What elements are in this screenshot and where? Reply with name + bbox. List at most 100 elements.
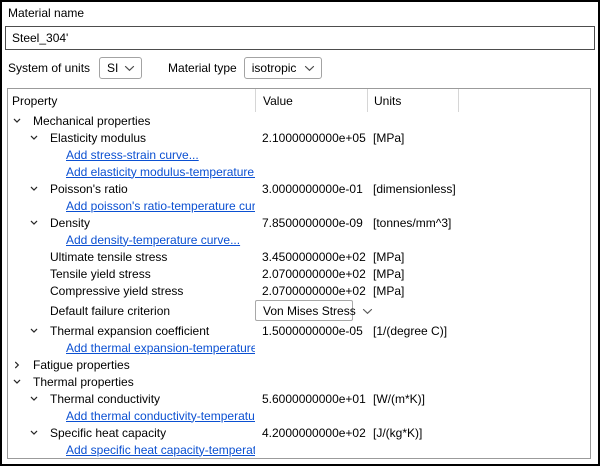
property-label: Thermal conductivity	[50, 392, 160, 406]
table-row: Compressive yield stress 2.0700000000e+0…	[8, 282, 590, 299]
value-cell[interactable]: 2.1000000000e+05	[255, 129, 367, 146]
material-type-select[interactable]: isotropic	[244, 57, 322, 79]
chevron-down-icon	[124, 61, 135, 75]
chevron-down-icon[interactable]	[28, 217, 40, 229]
table-row: Mechanical properties	[8, 112, 590, 129]
column-header-property[interactable]: Property	[8, 89, 255, 112]
table-row: Specific heat capacity 4.2000000000e+02 …	[8, 424, 590, 441]
chevron-down-icon	[362, 304, 373, 318]
table-row: Add stress-strain curve...	[8, 146, 590, 163]
property-label: Density	[50, 216, 90, 230]
value-cell	[255, 146, 367, 163]
table-row: Add thermal conductivity-temperature cur…	[8, 407, 590, 424]
value-cell[interactable]: 3.0000000000e-01	[255, 180, 367, 197]
units-cell: [MPa]	[367, 131, 458, 145]
value-cell	[255, 231, 367, 248]
chevron-down-icon[interactable]	[11, 376, 23, 388]
value-cell[interactable]: 1.5000000000e-05	[255, 322, 367, 339]
property-label: Compressive yield stress	[50, 284, 183, 298]
units-cell: [MPa]	[367, 284, 458, 298]
units-cell: [MPa]	[367, 267, 458, 281]
material-type-value: isotropic	[252, 61, 297, 75]
units-cell: [tonnes/mm^3]	[367, 216, 458, 230]
units-cell: [1/(degree C)]	[367, 324, 458, 338]
property-label: Poisson's ratio	[50, 182, 128, 196]
table-row: Add thermal expansion-temperature curve.…	[8, 339, 590, 356]
value-cell: Von Mises Stress	[255, 299, 367, 322]
spacer	[28, 251, 40, 263]
value-cell[interactable]: 2.0700000000e+02	[255, 282, 367, 299]
chevron-down-icon[interactable]	[28, 132, 40, 144]
group-label: Fatigue properties	[33, 358, 130, 372]
material-name-input[interactable]	[5, 26, 595, 50]
add-curve-link[interactable]: Add density-temperature curve...	[66, 233, 240, 247]
column-header-units[interactable]: Units	[367, 89, 458, 112]
property-label: Tensile yield stress	[50, 267, 151, 281]
table-row: Elasticity modulus 2.1000000000e+05 [MPa…	[8, 129, 590, 146]
property-label: Ultimate tensile stress	[50, 250, 167, 264]
table-row: Add poisson's ratio-temperature curve...	[8, 197, 590, 214]
add-curve-link[interactable]: Add elasticity modulus-temperature curve…	[66, 165, 255, 179]
table-row: Thermal expansion coefficient 1.50000000…	[8, 322, 590, 339]
column-header-value[interactable]: Value	[255, 89, 367, 112]
properties-table: Property Value Units Mechanical properti…	[7, 88, 591, 459]
value-cell[interactable]: 7.8500000000e-09	[255, 214, 367, 231]
system-of-units-select[interactable]: SI	[99, 57, 142, 79]
chevron-right-icon[interactable]	[11, 359, 23, 371]
column-header-empty	[458, 89, 590, 112]
table-row: Poisson's ratio 3.0000000000e-01 [dimens…	[8, 180, 590, 197]
chevron-down-icon[interactable]	[28, 325, 40, 337]
chevron-down-icon[interactable]	[28, 393, 40, 405]
value-cell[interactable]: 5.6000000000e+01	[255, 390, 367, 407]
table-row: Add density-temperature curve...	[8, 231, 590, 248]
add-curve-link[interactable]: Add thermal expansion-temperature curve.…	[66, 341, 255, 355]
table-row: Tensile yield stress 2.0700000000e+02 [M…	[8, 265, 590, 282]
property-label: Specific heat capacity	[50, 426, 166, 440]
table-row: Thermal conductivity 5.6000000000e+01 [W…	[8, 390, 590, 407]
chevron-down-icon[interactable]	[28, 183, 40, 195]
add-curve-link[interactable]: Add thermal conductivity-temperature cur…	[66, 409, 255, 423]
units-type-row: System of units SI Material type isotrop…	[8, 57, 322, 79]
material-editor-window: Material name System of units SI Materia…	[0, 0, 600, 466]
add-curve-link[interactable]: Add poisson's ratio-temperature curve...	[66, 199, 255, 213]
material-type-label: Material type	[168, 61, 237, 75]
material-name-label: Material name	[8, 6, 84, 20]
chevron-down-icon[interactable]	[11, 115, 23, 127]
failure-criterion-select[interactable]: Von Mises Stress	[255, 300, 353, 321]
value-cell	[255, 441, 367, 458]
value-cell[interactable]: 4.2000000000e+02	[255, 424, 367, 441]
value-cell	[255, 407, 367, 424]
group-label: Mechanical properties	[33, 114, 150, 128]
table-header: Property Value Units	[8, 89, 590, 112]
value-cell[interactable]: 3.4500000000e+02	[255, 248, 367, 265]
failure-criterion-value: Von Mises Stress	[263, 304, 356, 318]
value-cell	[255, 339, 367, 356]
value-cell	[255, 373, 367, 390]
chevron-down-icon[interactable]	[28, 427, 40, 439]
units-cell: [J/(kg*K)]	[367, 426, 458, 440]
value-cell	[255, 356, 367, 373]
table-row: Add elasticity modulus-temperature curve…	[8, 163, 590, 180]
table-row: Add specific heat capacity-temperature c…	[8, 441, 590, 458]
property-label: Elasticity modulus	[50, 131, 146, 145]
spacer	[28, 268, 40, 280]
value-cell	[255, 197, 367, 214]
spacer	[28, 305, 40, 317]
group-label: Thermal properties	[33, 375, 134, 389]
property-label: Default failure criterion	[50, 304, 170, 318]
system-of-units-label: System of units	[8, 61, 90, 75]
table-row: Ultimate tensile stress 3.4500000000e+02…	[8, 248, 590, 265]
table-row: Default failure criterion Von Mises Stre…	[8, 299, 590, 322]
table-row: Density 7.8500000000e-09 [tonnes/mm^3]	[8, 214, 590, 231]
table-row: Fatigue properties	[8, 356, 590, 373]
table-row: Thermal properties	[8, 373, 590, 390]
table-rows: Mechanical properties Elasticity modulus…	[8, 112, 590, 458]
value-cell	[255, 163, 367, 180]
add-curve-link[interactable]: Add specific heat capacity-temperature c…	[66, 443, 255, 457]
add-curve-link[interactable]: Add stress-strain curve...	[66, 148, 199, 162]
property-label: Thermal expansion coefficient	[50, 324, 209, 338]
units-cell: [W/(m*K)]	[367, 392, 458, 406]
system-of-units-value: SI	[107, 61, 118, 75]
value-cell[interactable]: 2.0700000000e+02	[255, 265, 367, 282]
units-cell: [dimensionless]	[367, 182, 458, 196]
